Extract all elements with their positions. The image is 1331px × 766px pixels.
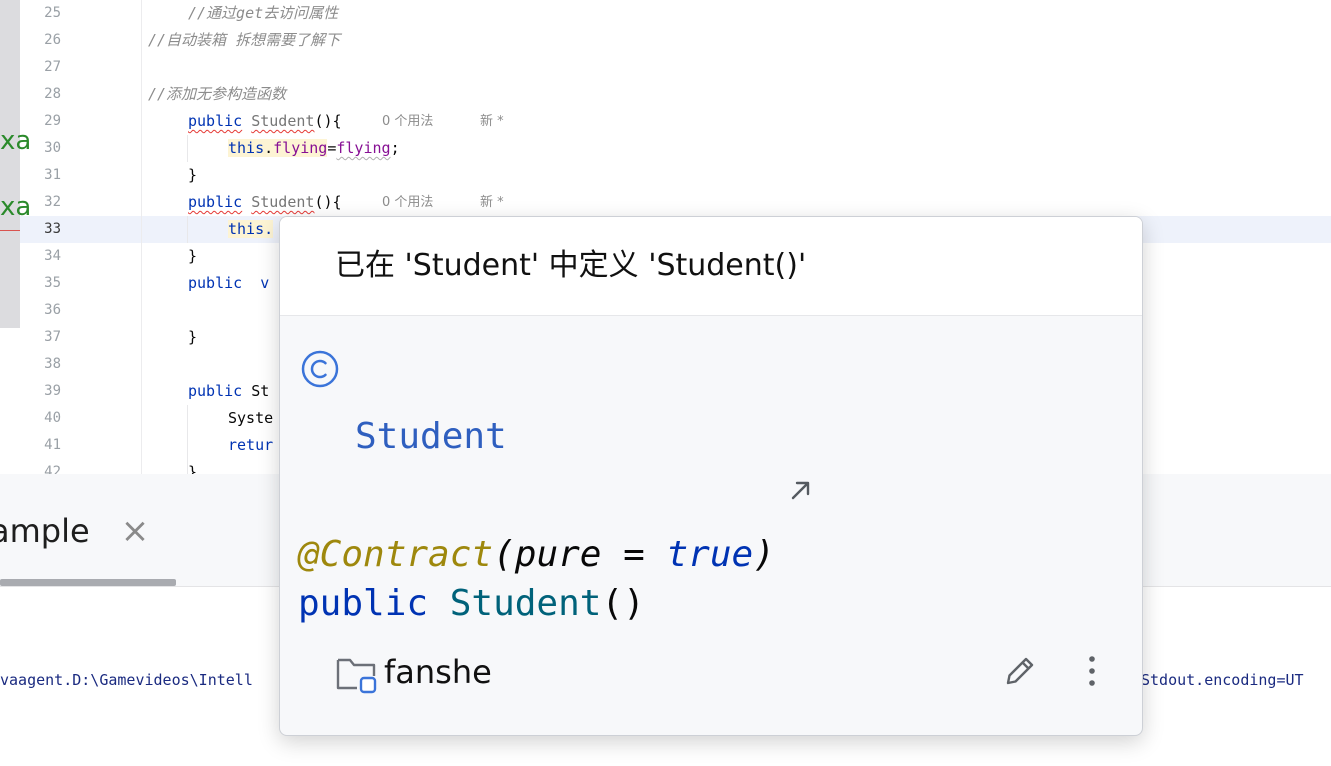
code-comment: //通过get去访问属性 [188,4,339,22]
annotation-eq: = [601,534,667,575]
line-number: 37 [44,329,61,345]
indent-guide [187,216,188,243]
annotation-param: pure [514,534,602,575]
package-name[interactable]: fanshe [384,650,492,694]
line-number: 30 [44,140,61,156]
keyword-public: public [188,193,243,211]
code-line: 28 //添加无参构造函数 [20,81,1331,108]
active-tab-indicator [0,579,176,586]
annotation-close: ) [753,534,775,575]
keyword-public: public [188,382,243,400]
author-hint[interactable]: 新 * [480,189,504,216]
line-number: 41 [44,437,61,453]
code-text: } [188,247,198,265]
line-number: 29 [44,113,61,129]
annotation-name: @Contract [298,534,494,575]
line-number: 25 [44,5,61,21]
more-options-icon[interactable] [1076,651,1108,691]
edit-icon[interactable] [1000,651,1040,691]
run-tab-label[interactable]: ample [0,507,90,555]
keyword-this: this. [228,220,274,238]
line-number: 31 [44,167,61,183]
author-hint[interactable]: 新 * [480,108,504,135]
gutter-separator [141,0,142,474]
line-number: 42 [44,464,61,474]
close-icon[interactable]: × [118,514,152,548]
annotation-value: true [666,534,754,575]
code-comment: //自动装箱 拆想需要了解下 [148,31,341,49]
popup-header: 已在 'Student' 中定义 'Student()' [280,217,1142,316]
class-link[interactable]: Student [355,413,507,461]
annotation-open: ( [493,534,515,575]
code-line: 29 public Student(){ 0 个用法 新 * [20,108,1331,135]
line-number: 34 [44,248,61,264]
code-punct: ; [390,139,400,157]
code-text[interactable]: this. [228,216,274,243]
line-number: 39 [44,383,61,399]
annotation-line: @Contract(pure = true) [298,530,775,580]
keyword-this: this [228,139,265,157]
code-text[interactable]: public St [188,378,269,405]
code-text: Syste [228,409,274,427]
code-text: retur [228,436,274,454]
line-number: 27 [44,59,61,75]
keyword-public: public [188,112,243,130]
signature-parens: () [601,583,645,624]
console-output-left: vaagent.D:\Gamevideos\Intell [0,671,253,689]
signature-line: public Student() [298,579,645,629]
code-comment: //添加无参构造函数 [148,85,287,103]
line-number: 38 [44,356,61,372]
keyword-public: public [188,274,243,292]
package-folder-icon [336,658,377,694]
constructor-name: Student [251,193,315,211]
code-text[interactable]: public Student(){ [188,189,342,216]
line-number: 33 [44,221,61,237]
code-line: 30 this.flying=flying; [20,135,1331,162]
quick-doc-popup[interactable]: 已在 'Student' 中定义 'Student()' Student @Co… [279,216,1143,736]
usages-hint[interactable]: 0 个用法 [382,108,433,135]
code-fragment: v [242,274,270,292]
code-fragment: St [242,382,270,400]
value-ref: flying [336,139,391,157]
external-link-icon[interactable] [786,475,816,505]
line-number: 40 [44,410,61,426]
code-text[interactable]: public v [188,270,269,297]
indent-guide [187,405,188,474]
signature-keyword: public [298,583,429,624]
code-text: } [188,463,198,474]
indent-guide [187,135,188,162]
line-number: 35 [44,275,61,291]
code-punct: . [264,139,274,157]
usages-hint[interactable]: 0 个用法 [382,189,433,216]
signature-name: Student [449,583,602,624]
class-icon [301,350,339,388]
line-number: 26 [44,32,61,48]
field-ref: flying [273,139,328,157]
console-output-right: Stdout.encoding=UT [1141,671,1304,689]
left-truncated-marks: xa xa [0,0,31,328]
code-text[interactable]: this.flying=flying; [228,135,400,162]
code-line: 25 //通过get去访问属性 [20,0,1331,27]
popup-title: 已在 'Student' 中定义 'Student()' [335,248,807,283]
constructor-name: Student [251,112,315,130]
line-number: 32 [44,194,61,210]
code-text: } [188,328,198,346]
line-number: 36 [44,302,61,318]
code-line: 31 } [20,162,1331,189]
code-line: 27 [20,54,1331,81]
code-text[interactable]: public Student(){ [188,108,342,135]
line-number: 28 [44,86,61,102]
code-line: 32 public Student(){ 0 个用法 新 * [20,189,1331,216]
code-punct: (){ [314,112,342,130]
code-text: } [188,166,198,184]
code-punct: (){ [314,193,342,211]
error-stripe [0,230,20,231]
code-line: 26 //自动装箱 拆想需要了解下 [20,27,1331,54]
